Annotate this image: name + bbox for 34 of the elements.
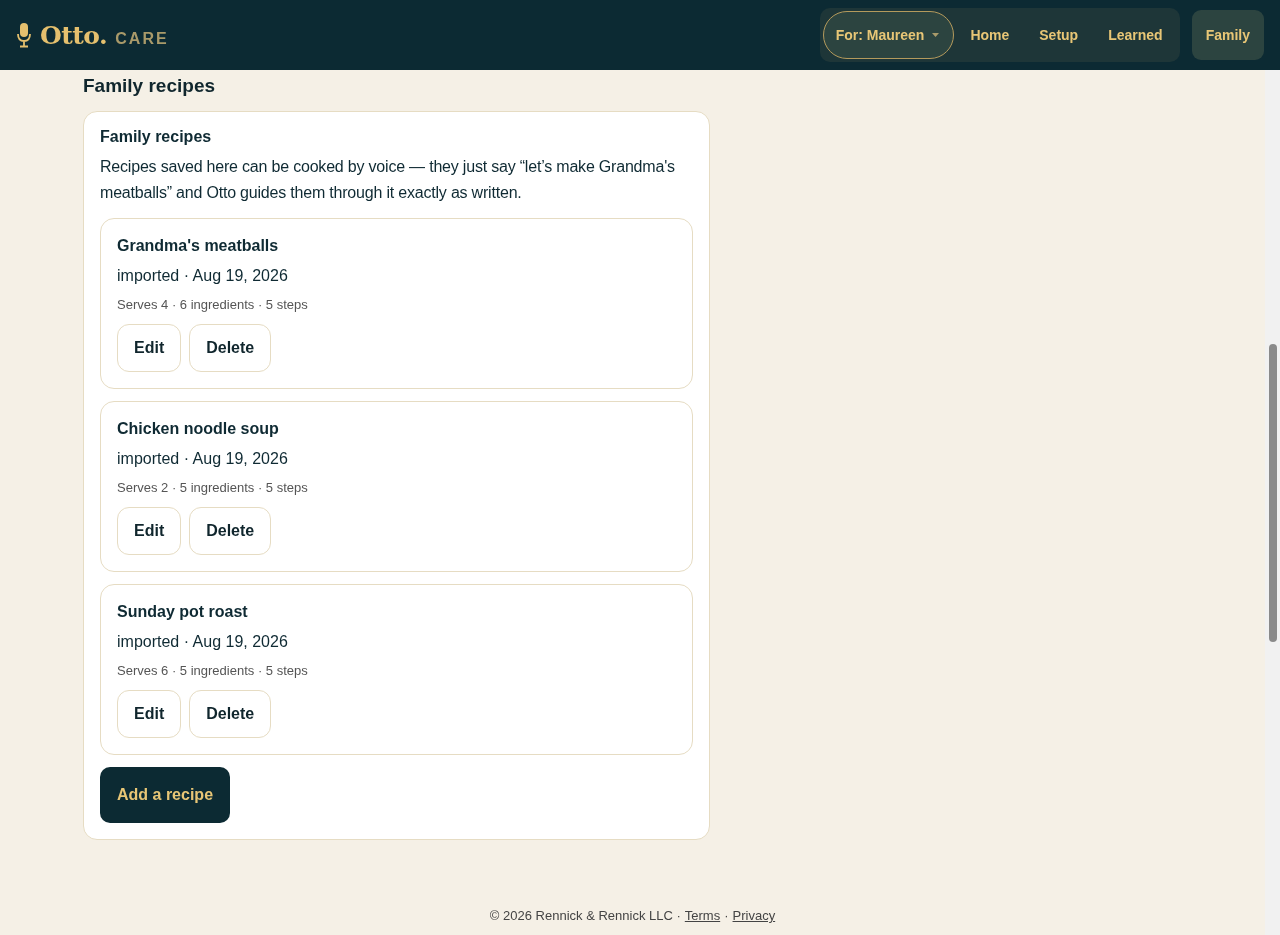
privacy-link[interactable]: Privacy bbox=[732, 908, 776, 923]
delete-button[interactable]: Delete bbox=[189, 507, 272, 555]
brand-suffix: CARE bbox=[115, 29, 169, 48]
edit-button[interactable]: Edit bbox=[117, 324, 182, 372]
nav-tab[interactable]: Learned bbox=[1094, 11, 1177, 59]
separator-text: · bbox=[724, 908, 729, 923]
recipe-source: imported · Aug 19, 2026 bbox=[117, 633, 289, 651]
add-recipe-button[interactable]: Add a recipe bbox=[100, 767, 231, 823]
edit-button[interactable]: Edit bbox=[117, 690, 182, 738]
nav-tab[interactable]: Family bbox=[1191, 10, 1264, 60]
delete-button[interactable]: Delete bbox=[189, 690, 272, 738]
recipe-details: Serves 6 · 5 ingredients · 5 steps bbox=[117, 663, 309, 678]
microphone-icon bbox=[16, 22, 32, 48]
recipe-details: Serves 4 · 6 ingredients · 5 steps bbox=[117, 297, 309, 312]
recipe-name: Grandma's meatballs bbox=[117, 237, 280, 255]
scrollbar-thumb[interactable] bbox=[1268, 344, 1277, 642]
copyright-text: © 2026 Rennick & Rennick LLC · bbox=[489, 908, 681, 923]
brand-name: Otto. bbox=[40, 20, 108, 50]
terms-link[interactable]: Terms bbox=[684, 908, 721, 923]
card-description: Recipes saved here can be cooked by voice — they just say “let’s make Grandma's meatballs” and Otto guides them through it exactly as written. bbox=[100, 157, 676, 203]
card-title: Family recipes bbox=[100, 128, 213, 146]
edit-button[interactable]: Edit bbox=[117, 507, 182, 555]
recipe-name: Sunday pot roast bbox=[117, 603, 249, 621]
caret-icon bbox=[932, 33, 940, 37]
recipe-details: Serves 2 · 5 ingredients · 5 steps bbox=[117, 480, 309, 495]
section-title: Family recipes bbox=[83, 75, 217, 97]
delete-button[interactable]: Delete bbox=[189, 324, 272, 372]
nav-tab[interactable]: Setup bbox=[1025, 11, 1093, 59]
recipe-source: imported · Aug 19, 2026 bbox=[117, 267, 289, 285]
scrollbar[interactable] bbox=[1265, 70, 1280, 935]
recipe-source: imported · Aug 19, 2026 bbox=[117, 450, 289, 468]
profile-dropdown[interactable]: For: Maureen bbox=[822, 11, 955, 59]
nav-tab[interactable]: Home bbox=[956, 11, 1024, 59]
recipe-name: Chicken noodle soup bbox=[117, 420, 280, 438]
